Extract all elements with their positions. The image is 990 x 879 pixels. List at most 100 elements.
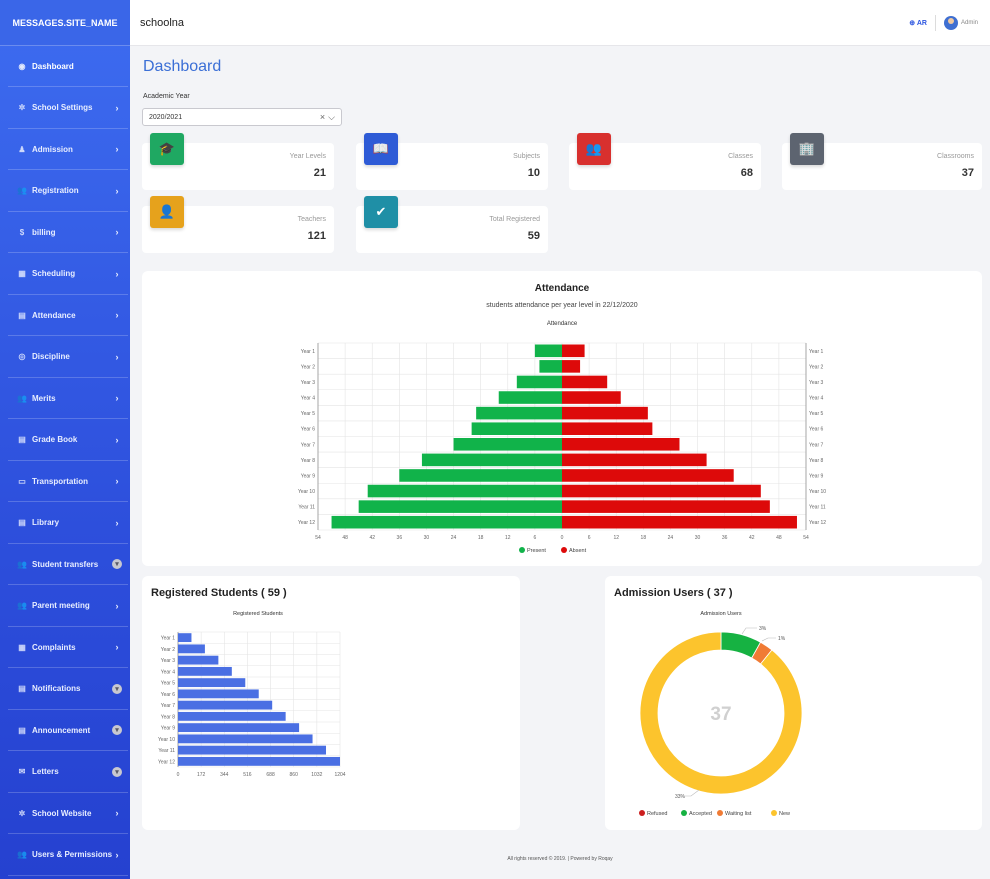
category-label: Year 2 [301, 364, 315, 370]
x-tick-label: 24 [668, 535, 674, 541]
sidebar-item-announcement[interactable]: ▤ Announcement ▾ [8, 710, 128, 751]
sidebar-item-label: Discipline [32, 352, 70, 361]
bar-absent[interactable] [562, 391, 621, 404]
list-icon: ▤ [18, 725, 26, 735]
users-icon: 👥 [17, 850, 27, 859]
bar-present[interactable] [476, 406, 562, 420]
bar-registered[interactable] [178, 644, 205, 654]
admission-chart-title: Admission Users [700, 611, 742, 617]
chevron-right-icon: › [115, 310, 119, 320]
teacher-icon: 👤 [150, 196, 184, 228]
user-menu[interactable]: Admin [961, 20, 978, 26]
bar-absent[interactable] [562, 484, 761, 498]
sidebar-item-school-website[interactable]: ✲ School Website › [8, 793, 128, 834]
sidebar-item-attendance[interactable]: ▤ Attendance › [8, 295, 128, 336]
table-icon: ▦ [18, 642, 26, 652]
bar-absent[interactable] [562, 453, 707, 467]
sidebar-item-label: School Settings [32, 103, 93, 112]
category-label-right: Year 12 [809, 520, 826, 526]
category-label-right: Year 6 [809, 427, 823, 433]
bar-registered[interactable] [178, 633, 192, 643]
top-bar: schoolna ⊕ AR Admin [130, 0, 990, 46]
bar-present[interactable] [399, 469, 562, 482]
bar-registered[interactable] [178, 700, 273, 710]
bar-absent[interactable] [562, 375, 608, 389]
bar-registered[interactable] [178, 734, 313, 744]
bar-absent[interactable] [562, 515, 797, 529]
bar-present[interactable] [471, 422, 562, 435]
sidebar-item-label: Dashboard [32, 61, 74, 71]
bar-absent[interactable] [562, 500, 770, 513]
category-label: Year 3 [161, 658, 175, 664]
sidebar-item-billing[interactable]: $ billing › [8, 212, 128, 253]
chevron-right-icon: › [115, 517, 119, 528]
sidebar-item-notifications[interactable]: ▤ Notifications ▾ [8, 669, 128, 710]
admission-users-panel: Admission Users ( 37 ) Admission Users 37… [605, 576, 982, 830]
category-label: Year 10 [158, 737, 175, 743]
bar-registered[interactable] [178, 666, 232, 676]
bar-registered[interactable] [178, 745, 327, 755]
category-label: Year 6 [301, 427, 315, 433]
bar-present[interactable] [421, 453, 562, 467]
x-tick-label: 1032 [311, 772, 322, 778]
bar-registered[interactable] [178, 711, 286, 721]
language-switch[interactable]: ⊕ AR [909, 19, 927, 27]
sidebar-item-letters[interactable]: ✉ Letters ▾ [8, 752, 128, 793]
bar-registered[interactable] [178, 678, 246, 688]
bar-present[interactable] [358, 500, 562, 513]
bar-present[interactable] [516, 375, 562, 389]
bar-absent[interactable] [562, 360, 581, 373]
sidebar-item-registration[interactable]: 👥 Registration › [8, 171, 128, 212]
sidebar-item-parent-meeting[interactable]: 👥 Parent meeting › [8, 586, 128, 627]
sidebar-item-label: Announcement [32, 725, 91, 735]
bar-present[interactable] [534, 344, 562, 358]
avatar-icon[interactable] [943, 15, 958, 30]
bar-registered[interactable] [178, 689, 259, 699]
bar-absent[interactable] [562, 438, 680, 451]
x-tick-label: 860 [290, 772, 299, 778]
sidebar-item-dashboard[interactable]: ◉ Dashboard [8, 46, 128, 87]
sidebar-item-discipline[interactable]: ◎ Discipline › [8, 337, 128, 378]
footer: All rights reserved © 2019. | Powered by… [507, 856, 613, 862]
bar-absent[interactable] [562, 406, 648, 420]
bar-registered[interactable] [178, 756, 340, 766]
sidebar-item-label: Scheduling [32, 269, 76, 278]
bar-absent[interactable] [562, 422, 653, 435]
book-icon: ▤ [18, 435, 26, 444]
brand-name[interactable]: MESSAGES.SITE_NAME [0, 0, 130, 46]
bar-absent[interactable] [562, 469, 734, 482]
list-icon: ▤ [18, 684, 26, 693]
chevron-down-icon[interactable]: ▾ [112, 725, 122, 735]
category-label: Year 4 [301, 396, 315, 402]
sidebar-item-label: Student transfers [32, 559, 99, 569]
sidebar-item-scheduling[interactable]: ▦ Scheduling › [8, 254, 128, 295]
bar-present[interactable] [453, 438, 562, 451]
gear-icon: ✲ [18, 808, 26, 818]
users-icon: 👥 [17, 601, 27, 610]
bar-present[interactable] [367, 484, 562, 498]
bar-registered[interactable] [178, 723, 300, 733]
bar-present[interactable] [539, 360, 562, 373]
sidebar-item-complaints[interactable]: ▦ Complaints › [8, 627, 128, 668]
bar-present[interactable] [331, 515, 562, 529]
sidebar-item-merits[interactable]: 👥 Merits › [8, 378, 128, 419]
sidebar-item-library[interactable]: ▤ Library › [8, 503, 128, 544]
sidebar-item-school-settings[interactable]: ✲ School Settings › [8, 88, 128, 129]
sidebar-item-transportation[interactable]: ▭ Transportation › [8, 461, 128, 502]
bar-registered[interactable] [178, 655, 219, 665]
chevron-down-icon[interactable]: ⌵ [328, 112, 335, 123]
chevron-down-icon[interactable]: ▾ [112, 683, 122, 694]
sidebar-item-admission[interactable]: ♟ Admission › [8, 129, 128, 170]
sidebar-item-users-permissions[interactable]: 👥 Users & Permissions › [8, 835, 128, 876]
category-label: Year 11 [298, 505, 315, 511]
bar-absent[interactable] [562, 344, 585, 358]
chevron-down-icon[interactable]: ▾ [112, 559, 122, 569]
sidebar-item-grade-book[interactable]: ▤ Grade Book › [8, 420, 128, 461]
sidebar-item-student-transfers[interactable]: 👥 Student transfers ▾ [8, 544, 128, 585]
stat-card-subjects: 📖 Subjects 10 [356, 133, 548, 190]
clear-icon[interactable]: × [320, 112, 325, 122]
stat-label: Subjects [513, 153, 540, 160]
bar-present[interactable] [498, 391, 562, 404]
academic-year-select[interactable]: 2020/2021 × ⌵ [142, 108, 342, 126]
chevron-down-icon[interactable]: ▾ [112, 766, 122, 777]
